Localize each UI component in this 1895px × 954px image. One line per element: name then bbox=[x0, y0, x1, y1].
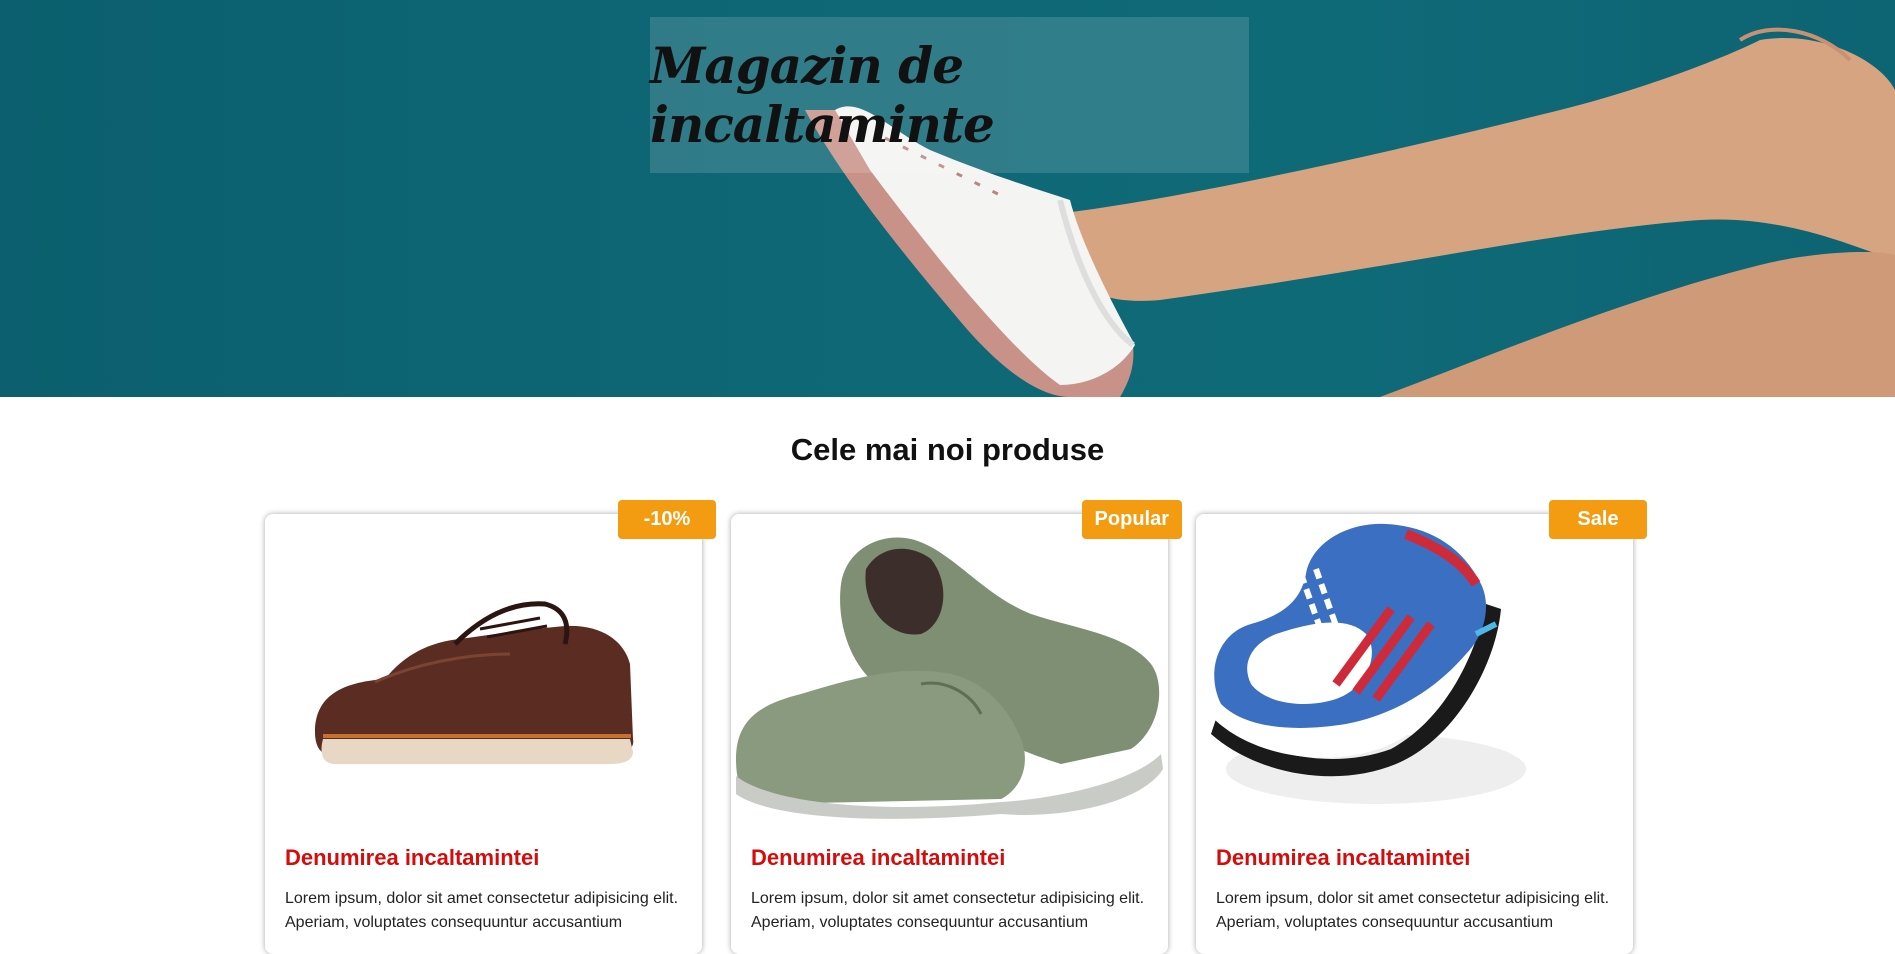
product-name[interactable]: Denumirea incaltamintei bbox=[285, 845, 539, 871]
adidas-blue-sneaker-image bbox=[1211, 523, 1526, 804]
product-card[interactable]: Sale Denumirea incaltamintei Lorem ipsum… bbox=[1196, 500, 1647, 954]
product-card[interactable]: Popular Denumirea incaltamintei Lorem ip… bbox=[731, 500, 1182, 954]
product-card[interactable]: -10% Denumirea incaltamintei Lorem ipsum… bbox=[265, 500, 716, 954]
title-box: Magazin de incaltaminte bbox=[650, 17, 1249, 173]
product-description: Lorem ipsum, dolor sit amet consectetur … bbox=[1216, 890, 1610, 931]
brown-leather-shoe-image bbox=[315, 601, 634, 764]
hero-banner: Magazin de incaltaminte bbox=[0, 0, 1895, 397]
product-description: Lorem ipsum, dolor sit amet consectetur … bbox=[285, 890, 679, 931]
product-name[interactable]: Denumirea incaltamintei bbox=[751, 845, 1005, 871]
site-title: Magazin de incaltaminte bbox=[650, 36, 995, 154]
green-canvas-loafers-image bbox=[736, 537, 1163, 819]
product-name[interactable]: Denumirea incaltamintei bbox=[1216, 845, 1470, 871]
product-description: Lorem ipsum, dolor sit amet consectetur … bbox=[751, 890, 1145, 931]
section-title: Cele mai noi produse bbox=[790, 432, 1105, 467]
